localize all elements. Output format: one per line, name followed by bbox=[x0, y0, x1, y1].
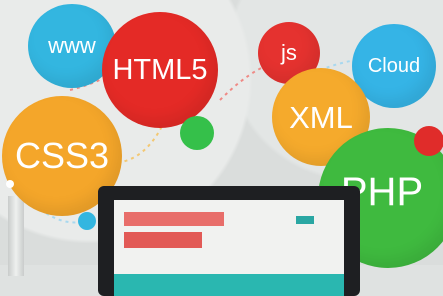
green-dot bbox=[180, 116, 214, 150]
monitor-screen bbox=[114, 200, 344, 296]
www-label: www bbox=[48, 33, 96, 58]
screen-teal-panel bbox=[114, 274, 344, 296]
white-pole bbox=[8, 196, 24, 276]
css3-label: CSS3 bbox=[14, 135, 110, 176]
html5-label: HTML5 bbox=[112, 53, 208, 86]
cloud-label: Cloud bbox=[367, 55, 421, 77]
js-label: js bbox=[281, 40, 297, 65]
xml-label: XML bbox=[289, 99, 353, 135]
blue-dot bbox=[78, 212, 96, 230]
screen-red-block bbox=[124, 232, 202, 248]
red-dot bbox=[414, 126, 443, 156]
small-white-dot bbox=[6, 180, 14, 188]
monitor bbox=[98, 186, 360, 296]
html5-bubble: HTML5 bbox=[102, 12, 218, 128]
screen-accent bbox=[296, 216, 314, 224]
screen-header-bar bbox=[124, 212, 224, 226]
